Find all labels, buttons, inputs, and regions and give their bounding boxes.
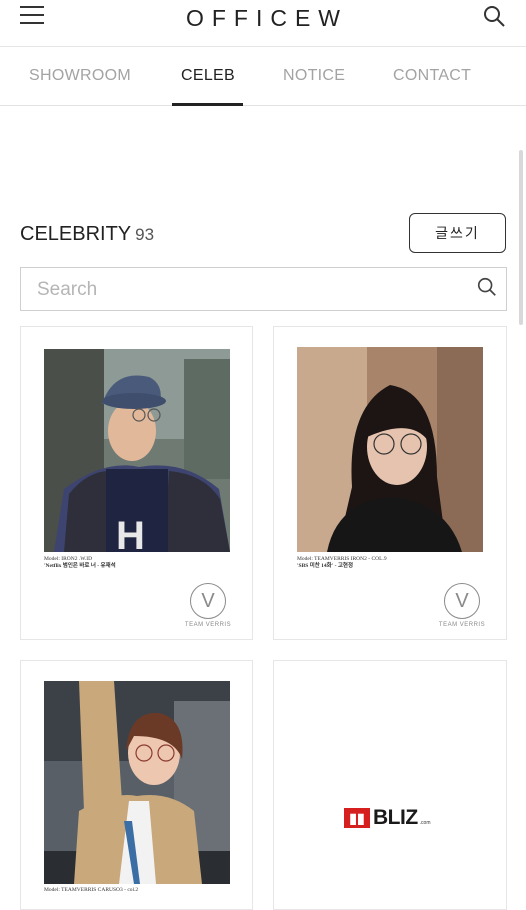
site-logo[interactable]: OFFICEW [0,5,526,32]
celeb-photo[interactable] [44,681,230,884]
celeb-card[interactable]: H Model: IRON2 .W.ID 'Netflix 범인은 바로 너 -… [20,326,253,640]
brand-mark: V TEAM VERRIS [438,583,486,628]
search-bar [20,267,507,311]
celeb-card[interactable]: Model: TEAMVERRIS IRON2 - COL.9 'SBS 미찬 … [273,326,507,640]
brand-mark: V TEAM VERRIS [184,583,232,628]
celeb-caption: 'SBS 미찬 14화' - 고현정 [297,563,354,569]
team-verris-logo-icon: V [190,583,226,619]
model-name: Model: TEAMVERRIS CARUSO3 - col.2 [44,887,139,893]
search-submit-icon[interactable] [476,276,498,298]
page-scrollbar[interactable] [519,150,523,325]
tab-showroom[interactable]: SHOWROOM [29,67,131,85]
bliz-domain: .com [419,819,431,826]
top-header: OFFICEW [0,0,526,47]
search-input[interactable] [35,276,459,304]
team-verris-logo-icon: V [444,583,480,619]
celeb-photo[interactable]: H [44,349,230,552]
svg-text:H: H [116,514,145,552]
tab-celeb[interactable]: CELEB [181,67,235,85]
post-count: 93 [135,225,155,244]
bliz-brand-name: BLIZ [373,806,418,829]
page-title: CELEBRITY 93 [20,223,154,246]
write-post-button[interactable]: 글쓰기 [409,213,506,253]
category-tabs: SHOWROOM CELEB NOTICE CONTACT [0,47,526,106]
celeb-photo[interactable] [297,347,483,552]
tab-notice[interactable]: NOTICE [283,67,345,85]
brand-name: TEAM VERRIS [184,622,232,628]
brand-name: TEAM VERRIS [438,622,486,628]
active-tab-indicator [172,103,243,106]
celeb-caption: 'Netflix 범인은 바로 너 - 유재석 [44,563,116,569]
bliz-logo: ▮▮ BLIZ .com [344,806,431,830]
celeb-card[interactable]: Model: TEAMVERRIS CARUSO3 - col.2 [20,660,253,910]
tab-contact[interactable]: CONTACT [393,67,471,85]
search-icon[interactable] [482,4,506,28]
bliz-mark-icon: ▮▮ [344,808,370,828]
page-title-text: CELEBRITY [20,223,132,245]
celeb-card[interactable] [273,660,507,910]
